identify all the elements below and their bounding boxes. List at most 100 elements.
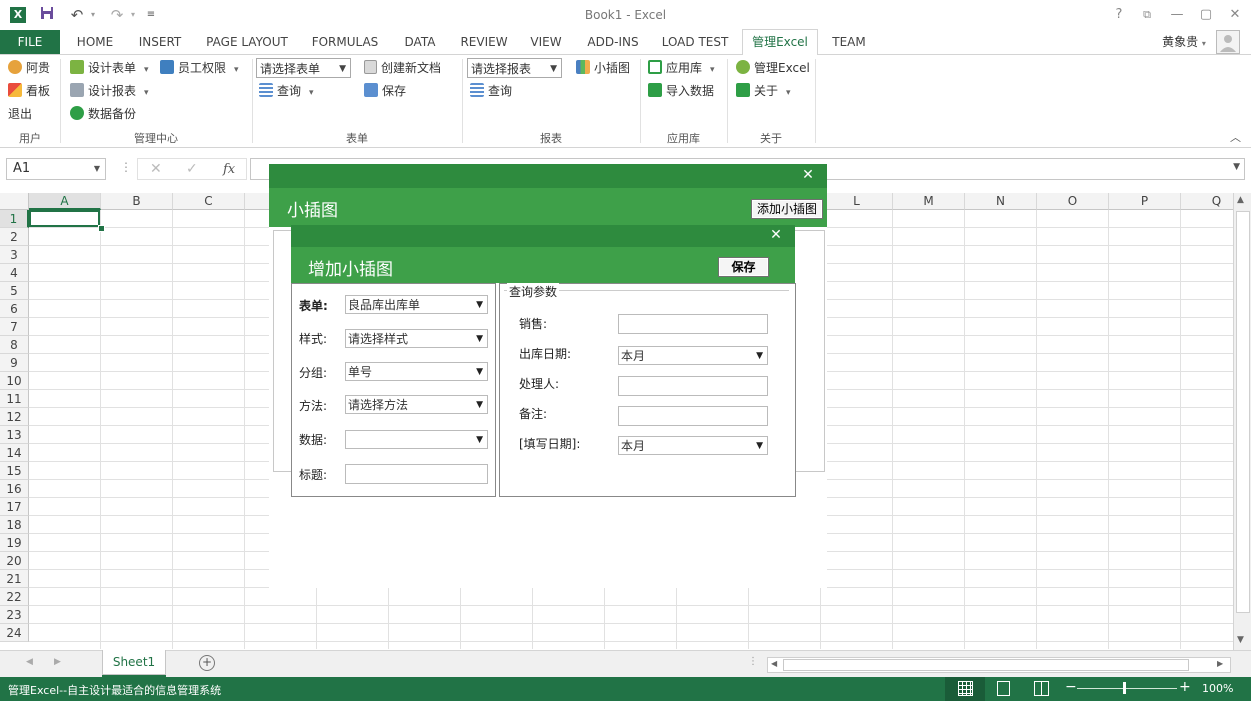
create-doc-button[interactable]: 创建新文档 (364, 58, 441, 78)
ribbon-display-options-icon[interactable]: ⧉ (1136, 6, 1158, 24)
tab-data[interactable]: DATA (396, 30, 444, 54)
row-header[interactable]: 12 (0, 408, 29, 426)
zoom-in-icon[interactable]: + (1179, 679, 1191, 695)
group-select[interactable]: 单号 ▼ (345, 362, 488, 381)
row-header[interactable]: 3 (0, 246, 29, 264)
close-icon[interactable]: ✕ (767, 227, 785, 243)
form-select[interactable]: 良品库出库单 ▼ (345, 295, 488, 314)
tab-formulas[interactable]: FORMULAS (306, 30, 384, 54)
column-header[interactable]: O (1037, 193, 1109, 210)
user-avatar[interactable] (1216, 30, 1240, 54)
sparkline-button[interactable]: 小插图 (576, 58, 630, 78)
design-report-button[interactable]: 设计报表 ▾ (70, 81, 149, 101)
scroll-down-icon[interactable]: ▼ (1237, 635, 1244, 645)
row-header[interactable]: 4 (0, 264, 29, 282)
handler-input[interactable] (618, 376, 768, 396)
row-header[interactable]: 22 (0, 588, 29, 606)
row-header[interactable]: 17 (0, 498, 29, 516)
about-button[interactable]: 关于 ▾ (736, 81, 791, 101)
row-header[interactable]: 15 (0, 462, 29, 480)
sheet-tab-sheet1[interactable]: Sheet1 (102, 650, 166, 675)
column-header[interactable]: B (101, 193, 173, 210)
help-icon[interactable]: ? (1108, 6, 1130, 24)
zoom-level[interactable]: 100% (1202, 682, 1233, 695)
scroll-thumb[interactable] (1236, 211, 1250, 613)
close-icon[interactable]: ✕ (799, 167, 817, 183)
row-header[interactable]: 10 (0, 372, 29, 390)
row-header[interactable]: 18 (0, 516, 29, 534)
logout-button[interactable]: 退出 (8, 104, 32, 124)
data-select[interactable]: ▼ (345, 430, 488, 449)
normal-view-icon[interactable] (958, 681, 973, 696)
page-layout-view-icon[interactable] (997, 681, 1010, 696)
user-ahgui-button[interactable]: 阿贵 (8, 58, 50, 78)
close-window-icon[interactable]: ✕ (1224, 6, 1246, 24)
expand-formula-bar-icon[interactable]: ▼ (1233, 162, 1240, 172)
hscroll-thumb[interactable] (783, 659, 1189, 671)
column-header[interactable]: Q (1181, 193, 1233, 210)
add-sparkline-button[interactable]: 添加小插图 (751, 199, 823, 219)
fill-date-select[interactable]: 本月 ▼ (618, 436, 768, 455)
enter-icon[interactable]: ✓ (186, 161, 198, 177)
column-header[interactable]: P (1109, 193, 1181, 210)
select-report-combo[interactable]: 请选择报表 ▼ (467, 58, 562, 78)
fill-handle[interactable] (98, 225, 105, 232)
title-input[interactable] (345, 464, 488, 484)
method-select[interactable]: 请选择方法 ▼ (345, 395, 488, 414)
name-box[interactable]: A1 ▼ (6, 158, 106, 180)
row-header[interactable]: 11 (0, 390, 29, 408)
prev-sheet-icon[interactable]: ◀ (26, 657, 33, 667)
import-data-button[interactable]: 导入数据 (648, 81, 714, 101)
select-form-combo[interactable]: 请选择表单 ▼ (256, 58, 351, 78)
row-header[interactable]: 19 (0, 534, 29, 552)
row-header[interactable]: 24 (0, 624, 29, 642)
column-header[interactable]: A (29, 193, 101, 210)
vertical-scrollbar[interactable]: ▲ ▼ (1233, 193, 1251, 650)
cancel-icon[interactable]: ✕ (150, 161, 162, 177)
sales-input[interactable] (618, 314, 768, 334)
tab-home[interactable]: HOME (70, 30, 120, 54)
next-sheet-icon[interactable]: ▶ (54, 657, 61, 667)
column-header[interactable]: N (965, 193, 1037, 210)
row-header[interactable]: 2 (0, 228, 29, 246)
add-sheet-icon[interactable]: + (199, 655, 215, 671)
form-query-button[interactable]: 查询 ▾ (259, 81, 314, 101)
tab-page-layout[interactable]: PAGE LAYOUT (200, 30, 294, 54)
row-header[interactable]: 8 (0, 336, 29, 354)
zoom-slider-thumb[interactable] (1123, 682, 1126, 694)
app-library-button[interactable]: 应用库 ▾ (648, 58, 715, 78)
style-select[interactable]: 请选择样式 ▼ (345, 329, 488, 348)
row-header[interactable]: 23 (0, 606, 29, 624)
row-header[interactable]: 20 (0, 552, 29, 570)
zoom-slider-track[interactable] (1077, 688, 1177, 689)
staff-permission-button[interactable]: 员工权限 ▾ (160, 58, 239, 78)
remark-input[interactable] (618, 406, 768, 426)
tab-splitter-icon[interactable]: ⋮ (748, 656, 758, 667)
row-header[interactable]: 14 (0, 444, 29, 462)
report-query-button[interactable]: 查询 (470, 81, 512, 101)
data-backup-button[interactable]: 数据备份 (70, 104, 136, 124)
user-name[interactable]: 黄象贵 ▾ (1154, 30, 1214, 54)
row-header[interactable]: 1 (0, 210, 29, 228)
tab-team[interactable]: TEAM (826, 30, 872, 54)
form-save-button[interactable]: 保存 (364, 81, 406, 101)
insert-function-icon[interactable]: fx (223, 162, 235, 177)
design-form-button[interactable]: 设计表单 ▾ (70, 58, 149, 78)
dashboard-button[interactable]: 看板 (8, 81, 50, 101)
row-header[interactable]: 6 (0, 300, 29, 318)
page-break-view-icon[interactable] (1034, 681, 1049, 696)
manage-excel-button[interactable]: 管理Excel (736, 58, 810, 78)
scroll-up-icon[interactable]: ▲ (1237, 195, 1244, 205)
maximize-icon[interactable]: ▢ (1195, 6, 1217, 24)
horizontal-scrollbar[interactable]: ◀ ▶ (767, 657, 1231, 673)
collapse-ribbon-icon[interactable]: ︿ (1230, 129, 1241, 145)
tab-insert[interactable]: INSERT (132, 30, 188, 54)
tab-view[interactable]: VIEW (524, 30, 568, 54)
tab-file[interactable]: FILE (0, 30, 60, 54)
tab-review[interactable]: REVIEW (456, 30, 512, 54)
column-header[interactable]: C (173, 193, 245, 210)
row-header[interactable]: 9 (0, 354, 29, 372)
column-header[interactable]: L (821, 193, 893, 210)
row-header[interactable]: 7 (0, 318, 29, 336)
zoom-out-icon[interactable]: − (1065, 679, 1077, 695)
